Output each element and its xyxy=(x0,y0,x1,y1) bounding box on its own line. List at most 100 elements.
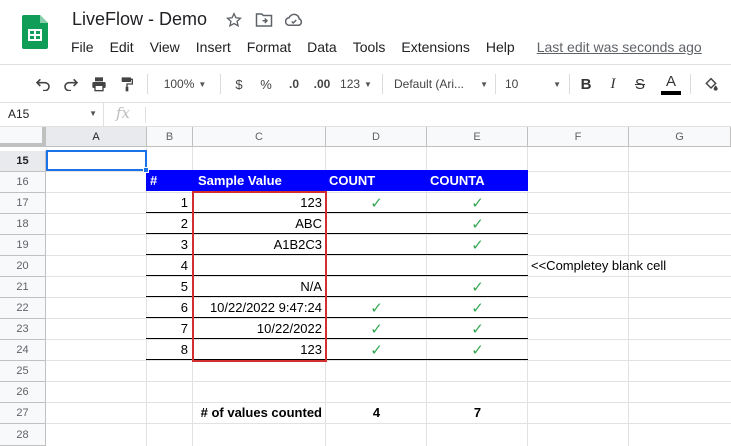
row-number[interactable]: 5 xyxy=(146,276,192,297)
redo-icon[interactable] xyxy=(60,72,82,96)
row-number[interactable]: 4 xyxy=(146,255,192,276)
row-header-28[interactable]: 28 xyxy=(0,424,46,446)
text-color-button[interactable]: A xyxy=(660,72,682,96)
row-number[interactable]: 3 xyxy=(146,234,192,255)
menu-insert[interactable]: Insert xyxy=(188,37,239,57)
counta-check-icon[interactable]: ✓ xyxy=(427,339,528,360)
document-title[interactable]: LiveFlow - Demo xyxy=(72,9,207,30)
counta-check-icon[interactable]: ✓ xyxy=(427,318,528,339)
menu-extensions[interactable]: Extensions xyxy=(393,37,477,57)
chevron-down-icon: ▼ xyxy=(89,109,97,118)
count-check-icon[interactable] xyxy=(326,255,427,276)
sample-value-cell[interactable] xyxy=(193,255,326,276)
count-check-icon[interactable]: ✓ xyxy=(326,339,427,360)
row-header-27[interactable]: 27 xyxy=(0,403,46,424)
zoom-value: 100% xyxy=(163,77,195,91)
increase-decimal-button[interactable]: .00 xyxy=(310,72,334,96)
row-header-18[interactable]: 18 xyxy=(0,214,46,235)
menu-tools[interactable]: Tools xyxy=(345,37,394,57)
undo-icon[interactable] xyxy=(32,72,54,96)
column-header-f[interactable]: F xyxy=(528,127,629,147)
row-header-21[interactable]: 21 xyxy=(0,277,46,298)
column-header-g[interactable]: G xyxy=(629,127,731,147)
row-header-17[interactable]: 17 xyxy=(0,193,46,214)
fill-color-icon[interactable] xyxy=(700,72,722,96)
row-header-22[interactable]: 22 xyxy=(0,298,46,319)
row-header-26[interactable]: 26 xyxy=(0,382,46,403)
active-cell-selection[interactable] xyxy=(46,150,149,173)
sample-value-cell[interactable]: 123 xyxy=(193,192,326,213)
chevron-down-icon: ▼ xyxy=(198,79,207,89)
row-number[interactable]: 1 xyxy=(146,192,192,213)
column-header-e[interactable]: E xyxy=(427,127,528,147)
sample-value-cell[interactable]: N/A xyxy=(193,276,326,297)
counta-check-icon[interactable] xyxy=(427,255,528,276)
counta-check-icon[interactable]: ✓ xyxy=(427,192,528,213)
menu-data[interactable]: Data xyxy=(299,37,345,57)
count-check-icon[interactable]: ✓ xyxy=(326,297,427,318)
sample-value-cell[interactable]: A1B2C3 xyxy=(193,234,326,255)
chevron-down-icon: ▼ xyxy=(364,79,372,89)
blank-cell-note[interactable]: <<Completey blank cell xyxy=(527,255,727,276)
row-header-23[interactable]: 23 xyxy=(0,319,46,340)
row-number[interactable]: 2 xyxy=(146,213,192,234)
name-box[interactable]: A15 ▼ xyxy=(0,103,104,126)
zoom-select[interactable]: 100% ▼ xyxy=(160,72,210,96)
move-to-folder-icon[interactable] xyxy=(254,10,274,30)
row-number[interactable]: 8 xyxy=(146,339,192,360)
counta-check-icon[interactable]: ✓ xyxy=(427,297,528,318)
sample-value-cell[interactable]: 123 xyxy=(193,339,326,360)
counta-check-icon[interactable]: ✓ xyxy=(427,276,528,297)
sample-value-cell[interactable]: ABC xyxy=(193,213,326,234)
google-sheets-logo-icon[interactable] xyxy=(22,15,48,49)
row-number[interactable]: 7 xyxy=(146,318,192,339)
strikethrough-button[interactable]: S xyxy=(631,72,649,96)
menu-bar: File Edit View Insert Format Data Tools … xyxy=(63,37,702,57)
menu-edit[interactable]: Edit xyxy=(102,37,142,57)
star-icon[interactable] xyxy=(224,10,244,30)
menu-format[interactable]: Format xyxy=(239,37,299,57)
column-header-a[interactable]: A xyxy=(46,127,147,147)
cloud-status-icon[interactable] xyxy=(284,10,304,30)
count-check-icon[interactable]: ✓ xyxy=(326,192,427,213)
menu-view[interactable]: View xyxy=(142,37,188,57)
sample-value-cell[interactable]: 10/22/2022 9:47:24 xyxy=(193,297,326,318)
row-number[interactable]: 6 xyxy=(146,297,192,318)
row-header-24[interactable]: 24 xyxy=(0,340,46,361)
percent-format-button[interactable]: % xyxy=(257,72,275,96)
row-header-15[interactable]: 15 xyxy=(0,151,46,172)
font-size-select[interactable]: 10 ▼ xyxy=(505,72,561,96)
count-check-icon[interactable]: ✓ xyxy=(326,318,427,339)
bold-button[interactable]: B xyxy=(577,72,595,96)
more-formats-select[interactable]: 123 ▼ xyxy=(339,72,373,96)
column-header-d[interactable]: D xyxy=(326,127,427,147)
counta-check-icon[interactable]: ✓ xyxy=(427,234,528,255)
column-header-b[interactable]: B xyxy=(147,127,193,147)
menu-file[interactable]: File xyxy=(63,37,102,57)
italic-button[interactable]: I xyxy=(604,72,622,96)
chevron-down-icon: ▼ xyxy=(480,79,488,89)
count-check-icon[interactable] xyxy=(326,276,427,297)
summary-label[interactable]: # of values counted xyxy=(146,402,326,423)
last-edit-link[interactable]: Last edit was seconds ago xyxy=(523,39,702,55)
row-header-16[interactable]: 16 xyxy=(0,172,46,193)
sample-value-cell[interactable]: 10/22/2022 xyxy=(193,318,326,339)
counta-check-icon[interactable]: ✓ xyxy=(427,213,528,234)
count-total[interactable]: 4 xyxy=(326,402,427,423)
font-family-select[interactable]: Default (Ari... ▼ xyxy=(394,72,488,96)
paint-format-icon[interactable] xyxy=(116,72,138,96)
currency-format-button[interactable]: $ xyxy=(230,72,248,96)
row-header-19[interactable]: 19 xyxy=(0,235,46,256)
fill-handle[interactable] xyxy=(143,167,149,173)
count-check-icon[interactable] xyxy=(326,213,427,234)
column-header-c[interactable]: C xyxy=(193,127,326,147)
print-icon[interactable] xyxy=(88,72,110,96)
menu-help[interactable]: Help xyxy=(478,37,523,57)
count-check-icon[interactable] xyxy=(326,234,427,255)
formula-input[interactable] xyxy=(150,103,730,126)
counta-total[interactable]: 7 xyxy=(427,402,528,423)
row-header-25[interactable]: 25 xyxy=(0,361,46,382)
decrease-decimal-button[interactable]: .0 xyxy=(283,72,305,96)
row-header-20[interactable]: 20 xyxy=(0,256,46,277)
select-all-corner[interactable] xyxy=(0,127,46,147)
